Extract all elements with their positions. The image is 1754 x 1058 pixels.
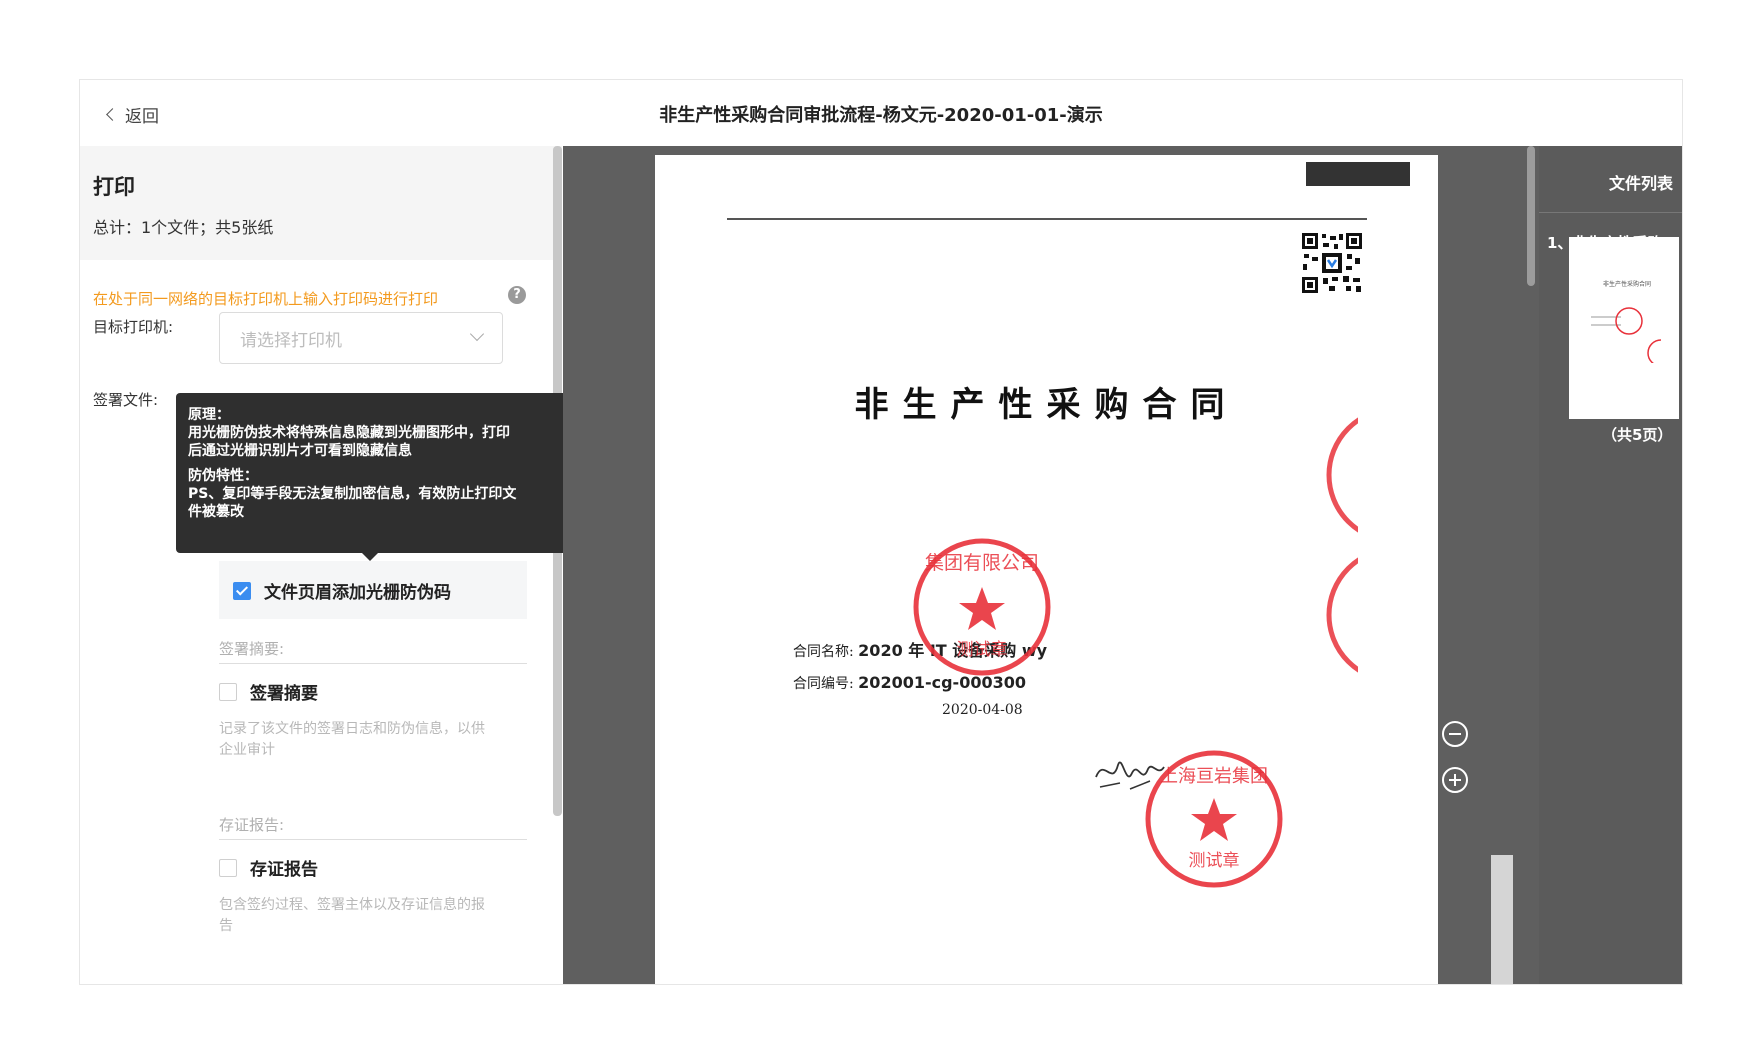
summary-description: 记录了该文件的签署日志和防伪信息，以供 企业审计 bbox=[219, 721, 485, 758]
print-settings-panel: 打印 总计：1个文件；共5张纸 在处于同一网络的目标打印机上输入打印码进行打印 … bbox=[80, 146, 635, 984]
printer-select-placeholder: 请选择打印机 bbox=[240, 331, 342, 351]
summary-checkbox[interactable] bbox=[219, 683, 237, 701]
print-summary: 总计：1个文件；共5张纸 bbox=[93, 218, 274, 237]
svg-text:上海亘岩集团: 上海亘岩集团 bbox=[1160, 766, 1268, 787]
sign-file-label: 签署文件: bbox=[93, 391, 159, 409]
report-checkbox[interactable] bbox=[219, 859, 237, 877]
summary-section-header: 签署摘要: bbox=[219, 638, 527, 664]
tooltip-arrow bbox=[362, 553, 378, 561]
raster-option-box: 文件页眉添加光栅防伪码 bbox=[219, 561, 527, 619]
svg-text:测试章: 测试章 bbox=[1189, 851, 1240, 871]
divider bbox=[1539, 212, 1682, 213]
panel-header: 打印 总计：1个文件；共5张纸 bbox=[80, 146, 635, 260]
printer-hint: 在处于同一网络的目标打印机上输入打印码进行打印 bbox=[93, 290, 439, 308]
thumbnail-title: 非生产性采购合同 bbox=[1603, 281, 1652, 288]
raster-option-label: 文件页眉添加光栅防伪码 bbox=[264, 583, 451, 603]
document-page: 非生产性采购合同 合同名称: 2020 年 IT 设备采购 wy 合同编号: 2… bbox=[655, 155, 1438, 984]
contract-date: 2020-04-08 bbox=[942, 702, 1023, 718]
report-option-label: 存证报告 bbox=[250, 860, 318, 880]
raster-tooltip: 原理： 用光栅防伪技术将特殊信息隐藏到光栅图形中，打印 后通过光栅识别片才可看到… bbox=[176, 393, 569, 561]
print-preview-window: 返回 非生产性采购合同审批流程-杨文元-2020-01-01-演示 打印 总计：… bbox=[79, 79, 1683, 985]
viewer-scrollbar[interactable] bbox=[1527, 146, 1535, 286]
printer-select[interactable]: 请选择打印机 bbox=[219, 312, 503, 364]
raster-checkbox[interactable] bbox=[233, 582, 251, 600]
panel-title: 打印 bbox=[93, 175, 135, 199]
zoom-strip bbox=[1491, 855, 1513, 984]
summary-option-label: 签署摘要 bbox=[250, 684, 318, 704]
thumbnail-seals bbox=[1591, 307, 1661, 363]
report-section-header: 存证报告: bbox=[219, 814, 527, 840]
report-description: 包含签约过程、签署主体以及存证信息的报 告 bbox=[219, 897, 485, 934]
file-list-panel: 文件列表 1、非生产性采购 非生产性采购合同 （共5页） bbox=[1539, 146, 1682, 984]
header-rule bbox=[727, 218, 1367, 220]
page-title: 非生产性采购合同审批流程-杨文元-2020-01-01-演示 bbox=[659, 105, 1103, 126]
page-thumbnail[interactable]: 非生产性采购合同 bbox=[1569, 237, 1679, 419]
chevron-down-icon bbox=[469, 326, 485, 342]
help-icon[interactable]: ? bbox=[508, 286, 526, 304]
svg-text:测试章: 测试章 bbox=[957, 640, 1008, 660]
redacted-header-block bbox=[1306, 162, 1410, 186]
page-count: （共5页） bbox=[1602, 426, 1673, 444]
zoom-out-icon[interactable] bbox=[1440, 719, 1470, 749]
top-bar: 返回 非生产性采购合同审批流程-杨文元-2020-01-01-演示 bbox=[80, 80, 1682, 145]
printer-label: 目标打印机: bbox=[93, 318, 174, 336]
cropped-seals bbox=[1326, 417, 1358, 673]
file-list-title: 文件列表 bbox=[1609, 174, 1674, 193]
zoom-in-icon[interactable] bbox=[1440, 765, 1470, 795]
qr-code-icon bbox=[1301, 232, 1363, 294]
svg-text:集团有限公司: 集团有限公司 bbox=[925, 552, 1039, 574]
contract-title: 非生产性采购合同 bbox=[854, 385, 1239, 425]
group-seal-stamp: 上海亘岩集团 测试章 bbox=[1145, 750, 1283, 888]
company-seal-stamp: 集团有限公司 测试章 bbox=[913, 538, 1051, 676]
